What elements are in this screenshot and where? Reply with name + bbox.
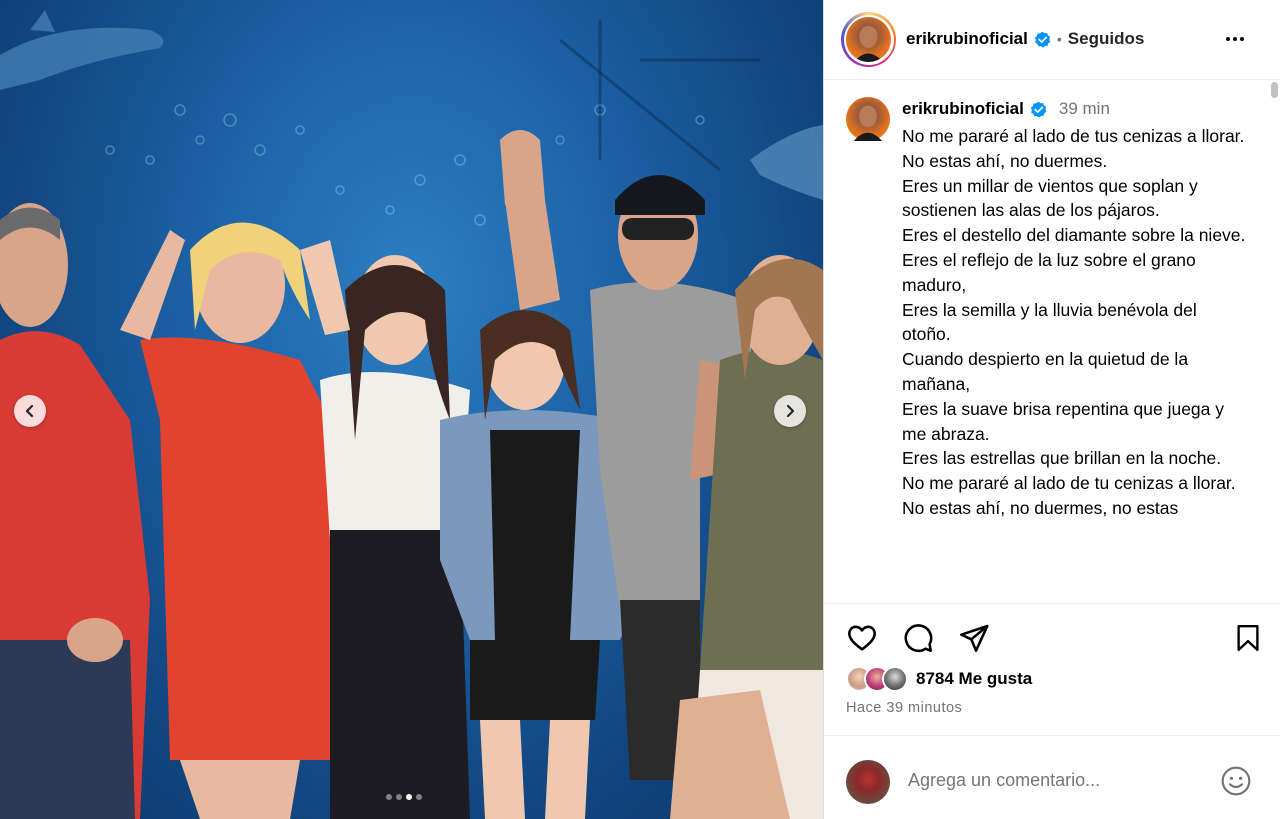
emoji-icon[interactable]: [1220, 765, 1252, 797]
caption-scrollbar[interactable]: [1271, 82, 1278, 98]
verified-badge-icon: [1034, 31, 1051, 47]
avatar[interactable]: [846, 17, 891, 62]
post-side-panel: erikrubinoficial • Seguidos erikrubinofi…: [823, 0, 1280, 819]
carousel-indicator: [386, 794, 422, 800]
divider: [824, 603, 1280, 604]
caption-section[interactable]: erikrubinoficial 39 min No me pararé al …: [824, 81, 1280, 603]
following-button[interactable]: Seguidos: [1068, 29, 1145, 49]
post-header: erikrubinoficial • Seguidos: [824, 0, 1280, 80]
like-button[interactable]: [844, 620, 880, 656]
more-icon: [1226, 37, 1230, 41]
more-options-button[interactable]: [1220, 28, 1250, 50]
liker-avatar: [882, 666, 908, 692]
caption-text: No me pararé al lado de tus cenizas a ll…: [902, 126, 1246, 518]
avatar-portrait: [854, 26, 883, 62]
likes-count[interactable]: 8784 Me gusta: [916, 669, 1032, 689]
comment-composer: [824, 736, 1280, 819]
bookmark-icon: [1237, 624, 1259, 652]
caption-username[interactable]: erikrubinoficial: [902, 99, 1024, 119]
photo-scene: [0, 10, 823, 819]
share-button[interactable]: [956, 620, 992, 656]
heart-icon: [848, 625, 876, 651]
comment-icon: [904, 624, 933, 652]
save-button[interactable]: [1230, 620, 1266, 656]
caption-avatar-portrait: [853, 105, 883, 141]
header-username[interactable]: erikrubinoficial: [906, 29, 1028, 49]
comment-input[interactable]: [908, 770, 1208, 791]
post-actions: [824, 620, 1280, 660]
next-photo-button[interactable]: [774, 395, 806, 427]
verified-badge-icon: [1030, 101, 1047, 117]
carousel-dot: [386, 794, 392, 800]
previous-photo-button[interactable]: [14, 395, 46, 427]
story-ring[interactable]: [841, 12, 896, 67]
comment-button[interactable]: [900, 620, 936, 656]
chevron-right-icon: [786, 404, 795, 418]
post-photo[interactable]: [0, 0, 823, 819]
carousel-dot: [396, 794, 402, 800]
likes-summary[interactable]: 8784 Me gusta: [846, 666, 1032, 692]
post-time: Hace 39 minutos: [846, 700, 963, 716]
chevron-left-icon: [25, 404, 34, 418]
send-icon: [960, 624, 989, 652]
current-user-avatar: [846, 760, 890, 804]
carousel-dot: [406, 794, 412, 800]
caption-avatar[interactable]: [846, 97, 890, 141]
caption-timestamp[interactable]: 39 min: [1059, 99, 1110, 119]
header-separator: •: [1056, 31, 1062, 47]
carousel-dot: [416, 794, 422, 800]
